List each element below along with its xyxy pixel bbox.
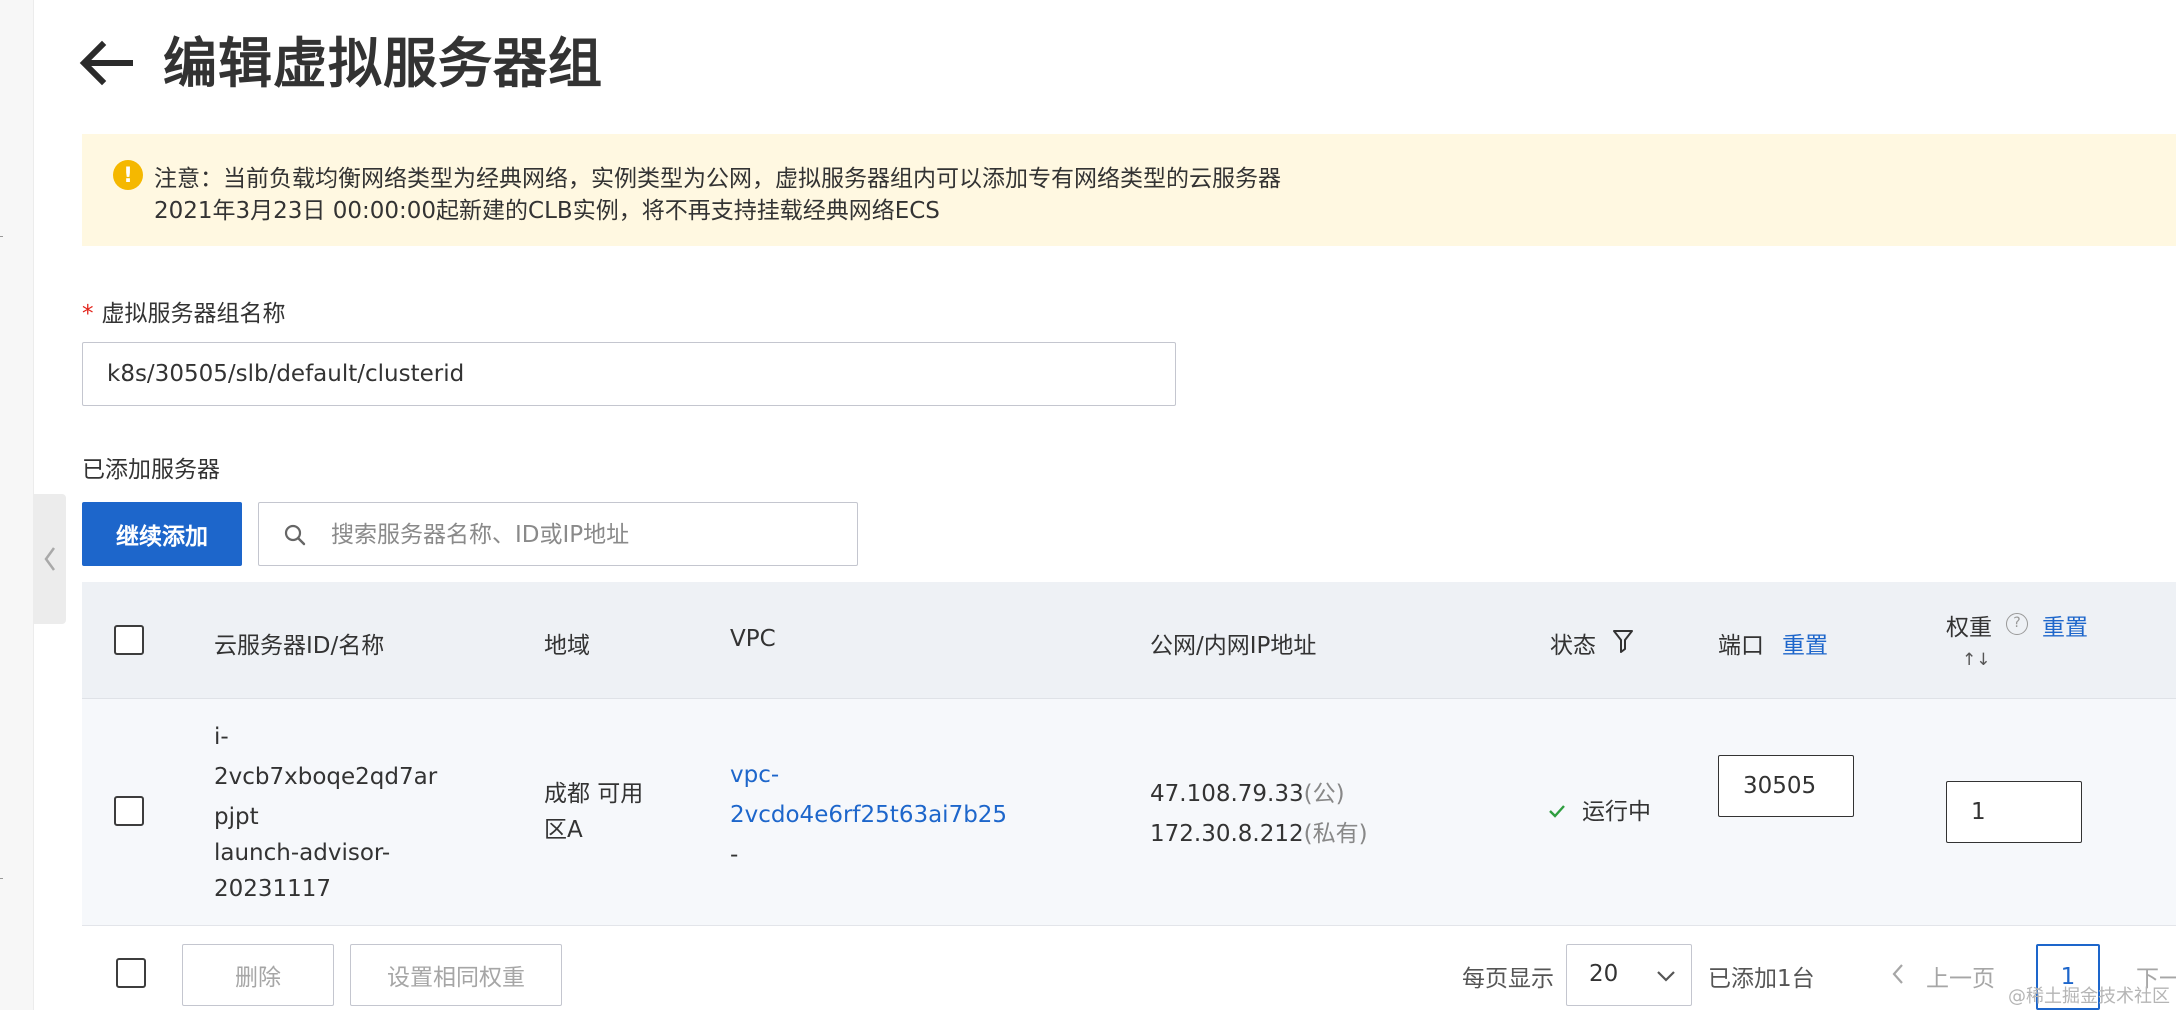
filter-icon[interactable] xyxy=(1612,628,1634,654)
server-search-box xyxy=(258,502,858,566)
left-rail xyxy=(0,0,34,1010)
instance-id-part: i- xyxy=(214,724,229,750)
chevron-left-icon xyxy=(43,547,55,571)
instance-id-part: 2vcb7xboqe2qd7ar xyxy=(214,764,438,790)
check-icon xyxy=(1549,805,1565,818)
rail-marker xyxy=(0,878,3,879)
page-size-value: 20 xyxy=(1589,961,1619,987)
chevron-left-icon[interactable] xyxy=(1890,962,1906,986)
watermark: @稀土掘金技术社区 xyxy=(2008,986,2170,1007)
vpc-suffix: - xyxy=(730,842,739,868)
instance-id-link[interactable]: i- 2vcb7xboqe2qd7ar pjpt xyxy=(214,717,437,837)
vpc-id-part: vpc- xyxy=(730,762,780,788)
table-header xyxy=(82,582,2176,699)
private-ip: 172.30.8.212(私有) xyxy=(1150,814,1368,854)
warning-icon: ! xyxy=(113,160,143,190)
continue-add-button[interactable]: 继续添加 xyxy=(82,502,242,566)
port-reset-link[interactable]: 重置 xyxy=(1782,626,1828,660)
sort-icon[interactable]: ↑↓ xyxy=(1962,650,1991,670)
select-all-checkbox[interactable] xyxy=(114,625,144,655)
required-mark: * xyxy=(82,301,94,327)
column-vpc: VPC xyxy=(730,626,776,652)
server-search-input[interactable] xyxy=(329,511,843,559)
group-name-input[interactable] xyxy=(82,342,1176,406)
status-text: 运行中 xyxy=(1582,799,1651,825)
private-ip-value: 172.30.8.212 xyxy=(1150,821,1304,847)
instance-name-part: 20231117 xyxy=(214,876,332,902)
column-status: 状态 xyxy=(1550,633,1596,659)
instance-id-part: pjpt xyxy=(214,804,259,830)
chevron-down-icon xyxy=(1657,971,1675,982)
ip-cell: 47.108.79.33(公) 172.30.8.212(私有) xyxy=(1150,774,1368,854)
prev-page-button[interactable]: 上一页 xyxy=(1926,959,1995,993)
region-cell: 成都 可用 区A xyxy=(544,776,643,848)
notice-text-line-1: 注意：当前负载均衡网络类型为经典网络，实例类型为公网，虚拟服务器组内可以添加专有… xyxy=(154,166,1281,192)
instance-name-part: launch-advisor- xyxy=(214,840,391,866)
added-count: 已添加1台 xyxy=(1708,966,1815,992)
port-input[interactable] xyxy=(1718,755,1854,817)
rail-marker xyxy=(0,236,3,237)
instance-name: launch-advisor- 20231117 xyxy=(214,835,390,907)
weight-input[interactable] xyxy=(1946,781,2082,843)
weight-reset-link[interactable]: 重置 xyxy=(2042,608,2088,642)
added-servers-label: 已添加服务器 xyxy=(82,457,220,483)
footer-select-all-checkbox[interactable] xyxy=(116,958,146,988)
per-page-label: 每页显示 xyxy=(1462,966,1554,992)
notice-text-line-2: 2021年3月23日 00:00:00起新建的CLB实例，将不再支持挂载经典网络… xyxy=(154,198,940,224)
group-name-label-text: 虚拟服务器组名称 xyxy=(101,301,286,327)
help-icon[interactable]: ? xyxy=(2006,613,2028,635)
page-title: 编辑虚拟服务器组 xyxy=(163,32,603,95)
public-ip: 47.108.79.33(公) xyxy=(1150,774,1368,814)
vpc-cell: vpc- 2vcdo4e6rf25t63ai7b25 - xyxy=(730,755,1007,875)
region-part: 成都 可用 xyxy=(544,781,644,807)
sidebar-collapse-toggle[interactable] xyxy=(33,494,66,624)
group-name-label: * 虚拟服务器组名称 xyxy=(82,294,286,328)
vpc-id-part: 2vcdo4e6rf25t63ai7b25 xyxy=(730,802,1008,828)
delete-button[interactable]: 删除 xyxy=(182,944,334,1006)
page-size-select[interactable]: 20 xyxy=(1566,944,1692,1006)
row-checkbox[interactable] xyxy=(114,796,144,826)
region-part: 区A xyxy=(544,817,583,843)
public-ip-value: 47.108.79.33 xyxy=(1150,781,1304,807)
arrow-left-icon[interactable] xyxy=(78,38,136,88)
column-ip: 公网/内网IP地址 xyxy=(1150,633,1317,659)
private-ip-tag: (私有) xyxy=(1303,821,1368,847)
public-ip-tag: (公) xyxy=(1303,781,1345,807)
column-instance: 云服务器ID/名称 xyxy=(214,633,385,659)
set-same-weight-button[interactable]: 设置相同权重 xyxy=(350,944,562,1006)
vpc-link[interactable]: vpc- 2vcdo4e6rf25t63ai7b25 xyxy=(730,755,1007,835)
column-weight: 权重 xyxy=(1946,615,1992,641)
column-region: 地域 xyxy=(544,633,590,659)
column-port: 端口 xyxy=(1718,633,1764,659)
search-icon xyxy=(284,524,306,546)
